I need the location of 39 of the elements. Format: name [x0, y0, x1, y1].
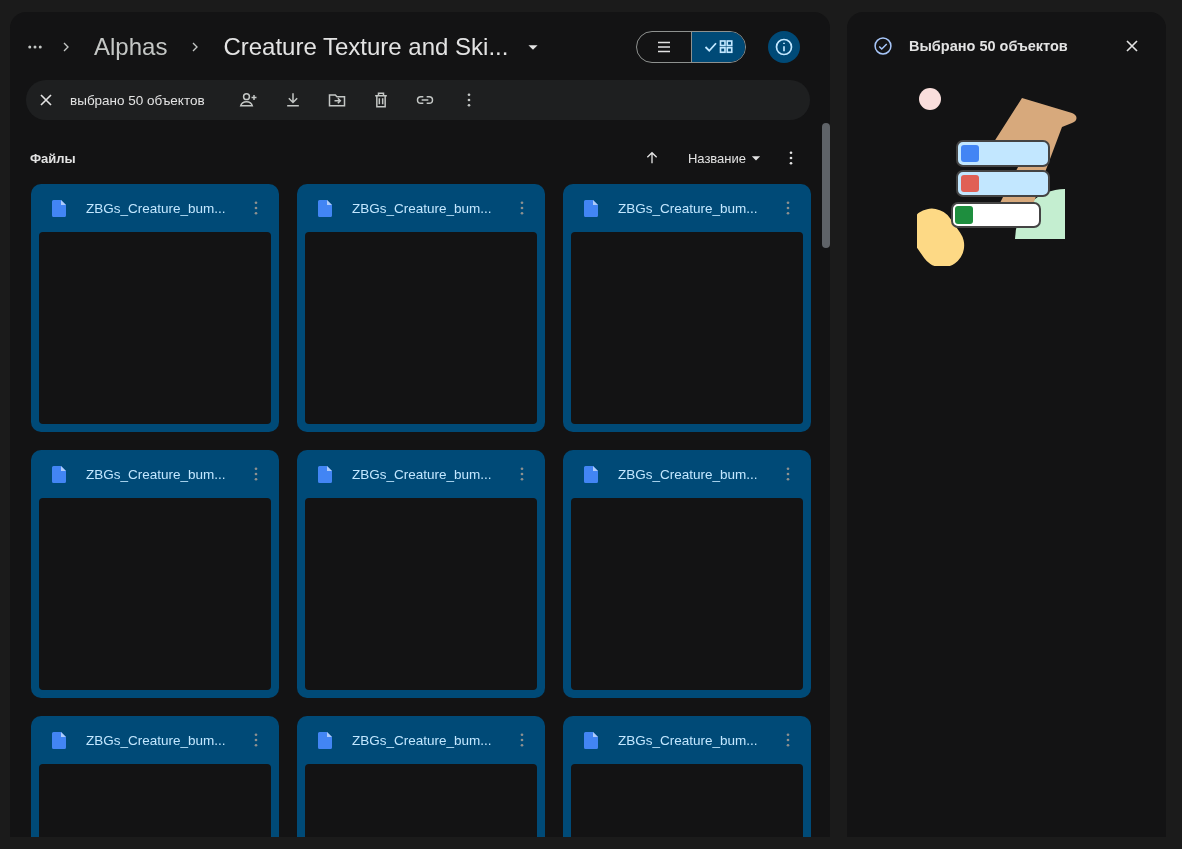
document-icon [52, 199, 66, 217]
file-card[interactable]: ZBGs_Creature_bum... [563, 450, 811, 698]
details-title: Выбрано 50 объектов [909, 38, 1069, 54]
document-icon [584, 199, 598, 217]
file-name: ZBGs_Creature_bum... [618, 466, 759, 482]
document-icon [52, 731, 66, 749]
file-card[interactable]: ZBGs_Creature_bum... [297, 716, 545, 837]
file-name: ZBGs_Creature_bum... [618, 200, 759, 216]
document-icon [584, 731, 598, 749]
info-icon [774, 37, 794, 57]
file-card[interactable]: ZBGs_Creature_bum... [31, 184, 279, 432]
file-name: ZBGs_Creature_bum... [618, 732, 759, 748]
breadcrumb[interactable]: Creature Texture and Ski... [223, 33, 509, 61]
file-name: ZBGs_Creature_bum... [86, 732, 227, 748]
document-icon [584, 465, 598, 483]
document-icon [318, 465, 332, 483]
document-icon [318, 199, 332, 217]
breadcrumb[interactable]: Alphas [88, 33, 174, 61]
file-card[interactable]: ZBGs_Creature_bum... [31, 716, 279, 837]
file-card[interactable]: ZBGs_Creature_bum... [563, 184, 811, 432]
selection-count: выбрано 50 объектов [70, 92, 205, 108]
scrollbar[interactable] [822, 123, 830, 248]
info-button[interactable] [768, 31, 800, 63]
file-name: ZBGs_Creature_bum... [352, 466, 493, 482]
file-card[interactable]: ZBGs_Creature_bum... [31, 450, 279, 698]
file-card[interactable]: ZBGs_Creature_bum... [297, 450, 545, 698]
sort-label[interactable]: Название [687, 150, 746, 166]
document-icon [318, 731, 332, 749]
file-name: ZBGs_Creature_bum... [352, 200, 493, 216]
file-name: ZBGs_Creature_bum... [86, 466, 227, 482]
view-toggle-grid[interactable] [691, 32, 745, 62]
section-title: Файлы [30, 150, 76, 166]
check-circle-icon [873, 36, 893, 56]
file-name: ZBGs_Creature_bum... [86, 200, 227, 216]
file-card[interactable]: ZBGs_Creature_bum... [563, 716, 811, 837]
share-person-icon[interactable] [238, 90, 259, 110]
file-name: ZBGs_Creature_bum... [352, 732, 493, 748]
document-icon [52, 465, 66, 483]
file-card[interactable]: ZBGs_Creature_bum... [297, 184, 545, 432]
